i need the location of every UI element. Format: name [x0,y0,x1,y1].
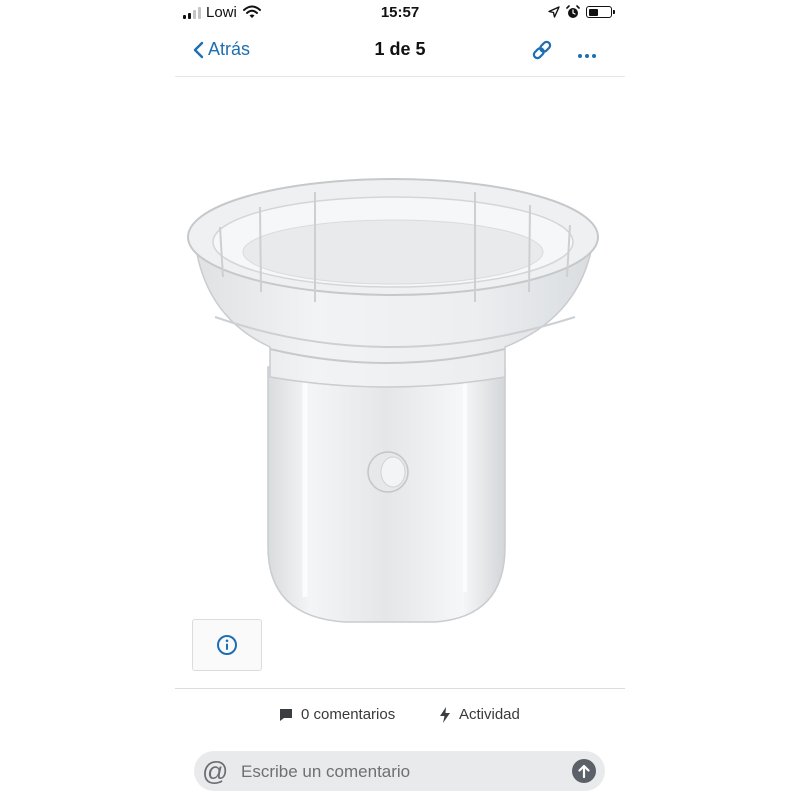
at-sign-icon[interactable]: @ [202,756,228,786]
back-label: Atrás [208,39,251,59]
send-button[interactable] [572,759,596,783]
location-arrow-icon [548,6,560,18]
arrow-up-icon [578,764,590,778]
activity-button[interactable]: Actividad [439,706,520,723]
link-button[interactable] [530,38,554,67]
alarm-clock-icon [566,5,580,18]
info-icon [217,635,237,655]
comment-bubble-icon [280,708,292,721]
phone-screen: Lowi 15:57 Atrás 1 de 5 0 comentarios Ac… [175,0,625,800]
comment-input[interactable] [239,756,563,788]
status-bar: Lowi 15:57 [175,0,625,26]
footer-divider [175,688,625,689]
more-options-button[interactable] [577,46,597,64]
chevron-left-icon [193,41,204,58]
link-icon [532,40,552,60]
battery-icon [586,6,615,18]
product-photo [187,178,599,623]
lightning-bolt-icon [440,706,450,723]
info-button[interactable] [192,619,262,671]
back-button[interactable]: Atrás [193,39,250,60]
battery-level-fill [588,8,598,16]
activity-label: Actividad [459,706,520,723]
more-dots-icon [578,54,596,58]
photo-viewer[interactable] [175,77,625,687]
comments-button[interactable]: 0 comentarios [279,706,395,723]
navigation-bar: Atrás 1 de 5 [175,26,625,77]
comments-count-label: 0 comentarios [301,706,396,723]
comment-composer: @ [194,751,605,791]
